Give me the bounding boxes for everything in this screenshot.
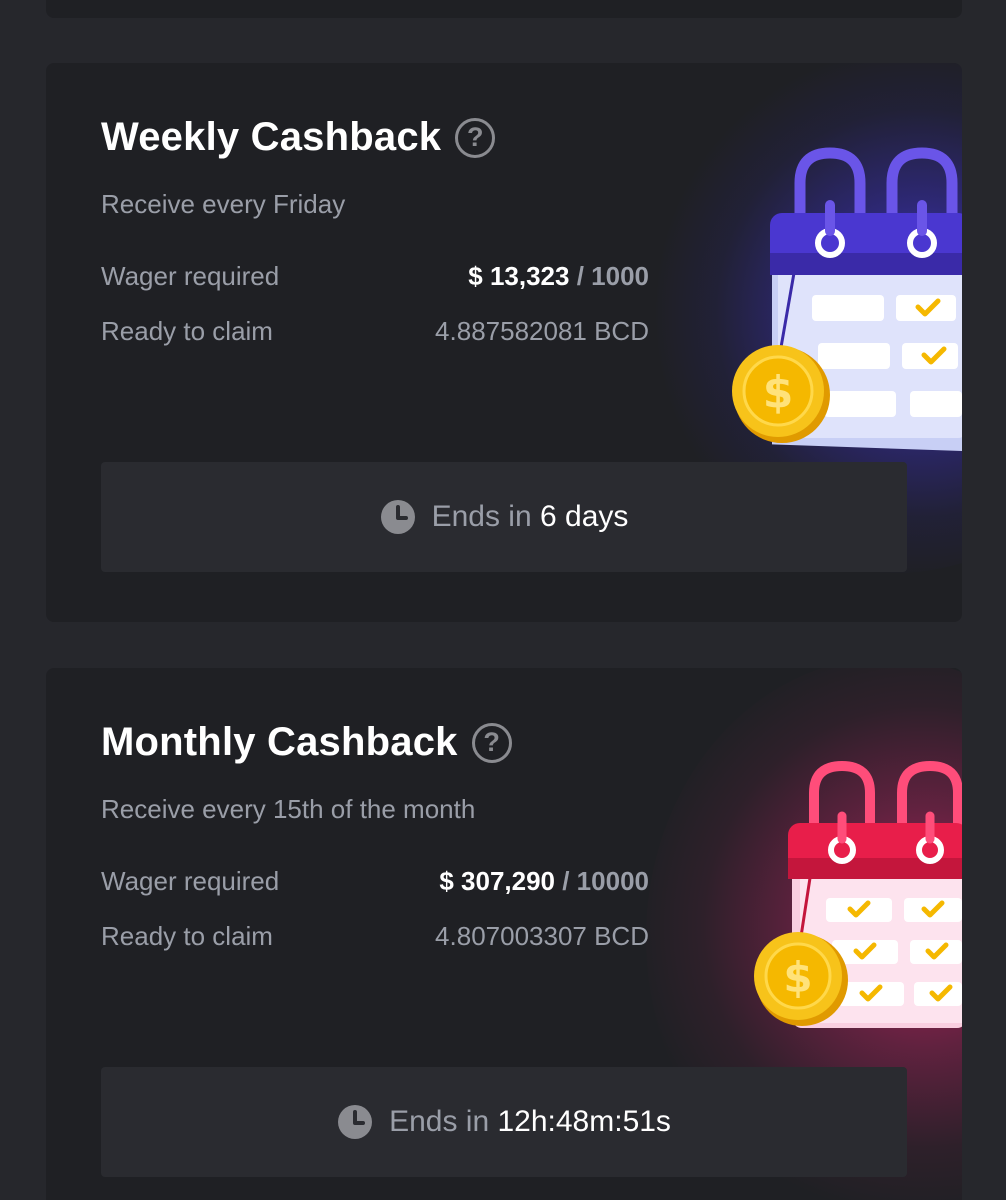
ends-in-bar: Ends in 6 days	[101, 462, 907, 572]
ends-label: Ends in	[389, 1105, 490, 1138]
claim-row: Ready to claim 4.887582081 BCD	[101, 316, 649, 347]
ends-text: Ends in 6 days	[432, 500, 629, 534]
wager-value: $ 13,323 / 1000	[468, 261, 649, 292]
wager-current: $ 307,290	[439, 866, 556, 896]
ends-in-bar: Ends in 12h:48m:51s	[101, 1067, 907, 1177]
previous-card	[46, 0, 962, 18]
wager-target: / 1000	[569, 261, 649, 291]
monthly-cashback-card: $ Monthly Cashback ? Receive every 15th …	[46, 668, 962, 1200]
weekly-title-row: Weekly Cashback ?	[101, 115, 496, 160]
calendar-coin-illustration: $	[732, 147, 962, 452]
ends-value: 6 days	[540, 500, 629, 533]
wager-target: / 10000	[555, 866, 649, 896]
wager-row: Wager required $ 307,290 / 10000	[101, 866, 649, 897]
clock-icon	[380, 500, 415, 534]
svg-text:$: $	[763, 367, 794, 418]
clock-icon	[338, 1105, 373, 1139]
claim-amount: 4.887582081 BCD	[435, 316, 649, 346]
question-circle-icon[interactable]: ?	[471, 722, 512, 763]
wager-row: Wager required $ 13,323 / 1000	[101, 261, 649, 292]
svg-text:$: $	[783, 953, 812, 1002]
cashback-page: $ Weekly Cashback ? Receive every Friday…	[0, 0, 1006, 1200]
claim-amount: 4.807003307 BCD	[435, 921, 649, 951]
ends-text: Ends in 12h:48m:51s	[389, 1105, 671, 1139]
claim-row: Ready to claim 4.807003307 BCD	[101, 921, 649, 952]
card-title: Monthly Cashback	[101, 720, 458, 764]
wager-current: $ 13,323	[468, 261, 570, 291]
claim-label: Ready to claim	[101, 316, 273, 346]
wager-label: Wager required	[101, 866, 280, 896]
wager-label: Wager required	[101, 261, 280, 291]
monthly-title-row: Monthly Cashback ?	[101, 720, 512, 765]
card-subtitle: Receive every 15th of the month	[101, 794, 476, 824]
ends-value: 12h:48m:51s	[497, 1105, 671, 1138]
card-title: Weekly Cashback	[101, 115, 442, 159]
wager-value: $ 307,290 / 10000	[439, 866, 649, 897]
claim-label: Ready to claim	[101, 921, 273, 951]
question-circle-icon[interactable]: ?	[455, 117, 496, 158]
weekly-cashback-card: $ Weekly Cashback ? Receive every Friday…	[46, 63, 962, 622]
ends-label: Ends in	[431, 500, 532, 533]
card-subtitle: Receive every Friday	[101, 189, 346, 219]
calendar-coin-illustration: $	[754, 760, 962, 1028]
